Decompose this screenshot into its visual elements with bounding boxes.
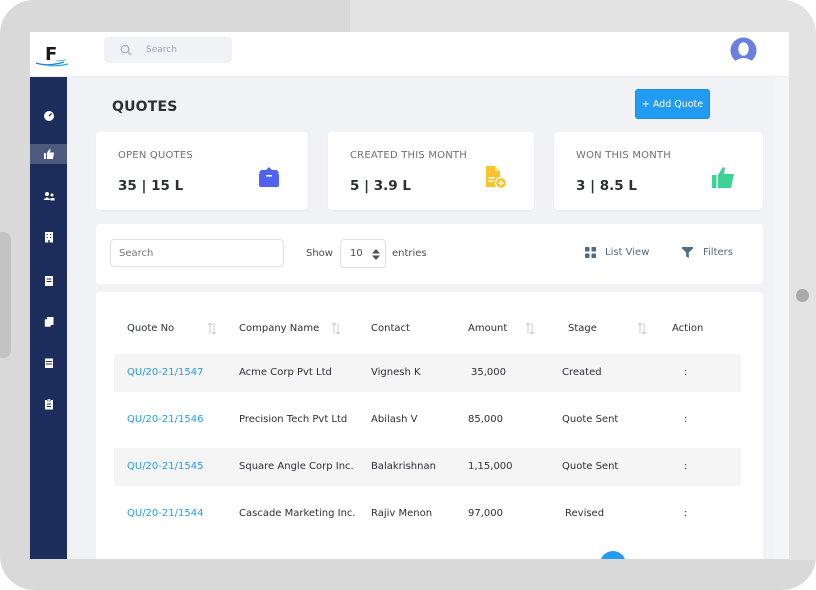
sidebar-item-quotes[interactable] [30,144,67,164]
show-label: Show [306,248,333,259]
speedometer-icon [43,111,54,121]
page-title: QUOTES [112,99,178,115]
sort-icon[interactable] [525,322,535,335]
quote-no-link[interactable]: QU/20-21/1544 [127,508,203,519]
document-icon [44,276,53,286]
copy-icon [43,317,53,328]
tablet-frame: F Search QUOTES + Add Quote OPEN QUOTES … [0,0,816,590]
sidebar-item-calendar[interactable] [30,353,67,373]
top-bar: F Search [30,32,789,77]
company-cell: Acme Corp Pvt Ltd [239,367,332,378]
sidebar-item-companies[interactable] [30,227,67,247]
company-cell: Precision Tech Pvt Ltd [239,414,348,425]
thumbs-up-icon [712,167,734,188]
tablet-shade [350,0,816,32]
company-cell: Cascade Marketing Inc. [239,508,356,519]
quotes-table: Quote No Company Name Contact Amount Sta… [96,292,763,559]
stage-cell: Quote Sent [562,414,619,425]
sort-icon[interactable] [637,322,647,335]
stat-value: 35 | 15 L [118,178,184,194]
column-header-action: Action [672,323,704,334]
filter-icon [682,247,693,258]
row-action-menu[interactable]: : [684,414,687,425]
users-icon [43,192,54,201]
avatar[interactable] [730,37,757,64]
sidebar-item-contacts[interactable] [30,186,67,206]
stat-value: 5 | 3.9 L [350,178,411,194]
sort-icon[interactable] [207,322,217,335]
search-placeholder: Search [146,45,177,55]
clipboard-icon [44,398,53,410]
column-header-contact: Contact [371,323,410,334]
app-logo[interactable]: F [34,40,70,68]
stage-cell: Created [562,367,602,378]
contact-cell: Rajiv Menon [371,508,433,519]
table-row[interactable]: QU/20-21/1545 Square Angle Corp Inc. Bal… [114,448,741,486]
scroll-gutter [773,77,789,559]
filters-button[interactable]: Filters [682,247,733,258]
sidebar-item-clipboard[interactable] [30,394,67,414]
list-view-label: List View [605,247,650,258]
contact-cell: Abilash V [371,414,418,425]
contact-cell: Balakrishnan [371,461,436,472]
amount-cell: 85,000 [468,414,503,425]
amount-cell: 1,15,000 [468,461,513,472]
stage-cell: Revised [565,508,605,519]
tablet-home-button [796,289,809,302]
entries-select[interactable]: 10 [340,239,386,268]
filters-label: Filters [703,247,733,258]
app-screen: F Search QUOTES + Add Quote OPEN QUOTES … [30,32,789,559]
column-header-amount[interactable]: Amount [468,323,507,334]
sidebar-item-dashboard[interactable] [30,106,67,126]
table-search-input[interactable] [110,239,284,267]
entries-label: entries [392,248,427,259]
calendar-icon [44,358,53,368]
quote-no-link[interactable]: QU/20-21/1547 [127,367,203,378]
stat-value: 3 | 8.5 L [576,178,637,194]
global-search[interactable]: Search [104,37,232,63]
pagination-button[interactable] [600,551,626,559]
add-quote-button[interactable]: + Add Quote [635,89,710,119]
stat-card-created-this-month[interactable]: CREATED THIS MONTH 5 | 3.9 L [328,132,534,210]
table-row[interactable]: QU/20-21/1547 Acme Corp Pvt Ltd Vignesh … [114,354,741,392]
column-header-company-name[interactable]: Company Name [239,323,319,334]
stat-label: OPEN QUOTES [118,150,193,161]
logo-letter: F [45,44,57,65]
amount-cell: 35,000 [471,367,506,378]
file-add-icon [486,166,507,189]
box-icon [259,167,279,187]
column-header-stage[interactable]: Stage [568,323,597,334]
filter-bar: Show 10 entries List Vi [96,224,763,284]
grid-icon [585,247,596,258]
stage-cell: Quote Sent [562,461,619,472]
stat-label: WON THIS MONTH [576,150,671,161]
table-row[interactable]: QU/20-21/1544 Cascade Marketing Inc. Raj… [114,495,741,533]
entries-value: 10 [350,248,363,259]
row-action-menu[interactable]: : [684,367,687,378]
sort-updown-icon [372,249,380,260]
contact-cell: Vignesh K [371,367,421,378]
search-icon [120,44,132,56]
sidebar [30,77,67,559]
quote-no-link[interactable]: QU/20-21/1545 [127,461,203,472]
thumbs-up-icon [43,149,54,159]
row-action-menu[interactable]: : [684,508,687,519]
company-cell: Square Angle Corp Inc. [239,461,354,472]
stat-card-won-this-month[interactable]: WON THIS MONTH 3 | 8.5 L [554,132,763,210]
tablet-side-button [0,232,11,358]
main-content: QUOTES + Add Quote OPEN QUOTES 35 | 15 L… [67,77,773,559]
stat-card-open-quotes[interactable]: OPEN QUOTES 35 | 15 L [96,132,308,210]
sidebar-item-copies[interactable] [30,312,67,332]
list-view-button[interactable]: List View [585,247,649,258]
column-header-quote-no[interactable]: Quote No [127,323,174,334]
quote-no-link[interactable]: QU/20-21/1546 [127,414,203,425]
sort-icon[interactable] [331,322,341,335]
row-action-menu[interactable]: : [684,461,687,472]
table-row[interactable]: QU/20-21/1546 Precision Tech Pvt Ltd Abi… [114,401,741,439]
sidebar-item-documents[interactable] [30,271,67,291]
building-icon [44,232,53,243]
stat-label: CREATED THIS MONTH [350,150,467,161]
amount-cell: 97,000 [468,508,503,519]
